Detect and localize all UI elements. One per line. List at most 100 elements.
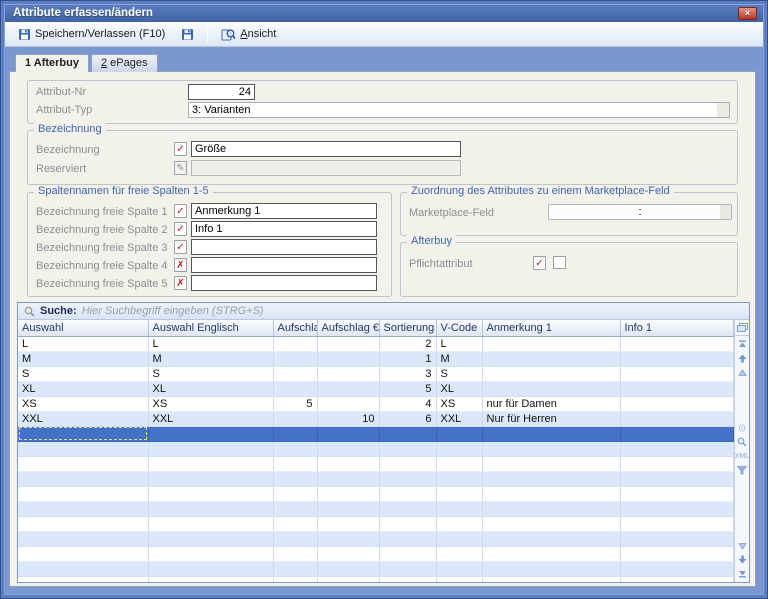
grid-cell[interactable]: 2 [379, 336, 437, 352]
grid-cell[interactable] [620, 516, 734, 532]
grid-search-button[interactable] [736, 437, 749, 448]
grid-cell[interactable] [317, 471, 380, 487]
grid-cell[interactable] [620, 426, 734, 442]
grid-cell[interactable] [379, 456, 437, 472]
doc-check-icon[interactable]: ✓ [174, 204, 187, 218]
nav-last-row-button[interactable] [736, 568, 749, 579]
grid-search-bar[interactable]: Suche: Hier Suchbegriff eingeben (STRG+S… [18, 303, 749, 320]
grid-cell[interactable] [436, 486, 483, 502]
grid-cell[interactable] [148, 561, 274, 577]
spalte2-input[interactable]: Info 1 [191, 221, 377, 237]
grid-cell[interactable] [482, 366, 621, 382]
grid-cell[interactable] [379, 471, 437, 487]
grid-cell[interactable] [273, 456, 318, 472]
spalte3-input[interactable] [191, 239, 377, 255]
grid-cell[interactable] [436, 471, 483, 487]
grid-cell[interactable] [379, 441, 437, 457]
grid-cell[interactable] [273, 381, 318, 397]
grid-cell[interactable] [482, 441, 621, 457]
grid-cell[interactable] [482, 486, 621, 502]
grid-cell[interactable] [436, 546, 483, 562]
grid-cell[interactable] [620, 336, 734, 352]
grid-cell[interactable]: XS [436, 396, 483, 412]
grid-cell[interactable]: L [148, 336, 274, 352]
grid-cell[interactable] [273, 351, 318, 367]
grid-cell[interactable] [482, 351, 621, 367]
column-header[interactable]: Info 1 [620, 320, 734, 337]
grid-cell[interactable] [379, 531, 437, 547]
grid-cell[interactable] [273, 576, 318, 582]
empty-row[interactable] [18, 531, 734, 547]
grid-cell[interactable] [620, 366, 734, 382]
bezeichnung-input[interactable]: Größe [191, 141, 461, 157]
grid-cell[interactable] [317, 366, 380, 382]
grid-cell[interactable] [148, 576, 274, 582]
grid-cell[interactable] [317, 486, 380, 502]
grid-cell[interactable] [317, 576, 380, 582]
grid-cell[interactable] [273, 426, 318, 442]
grid-cell[interactable] [273, 561, 318, 577]
attribut-typ-select[interactable]: 3: Varianten [188, 102, 730, 118]
grid-cell[interactable] [436, 516, 483, 532]
grid-cell[interactable] [317, 351, 380, 367]
grid-cell[interactable] [379, 576, 437, 582]
grid-cell[interactable] [273, 336, 318, 352]
grid-cell[interactable] [620, 531, 734, 547]
grid-cell[interactable] [273, 411, 318, 427]
grid-cell[interactable] [148, 501, 274, 517]
grid-cell[interactable] [18, 426, 149, 442]
tab-epages[interactable]: 2 ePages [91, 54, 158, 72]
pflichtattribut-checkbox[interactable] [553, 256, 566, 269]
spalte4-input[interactable] [191, 257, 377, 273]
grid-cell[interactable] [436, 456, 483, 472]
grid-cell[interactable] [148, 531, 274, 547]
grid-cell[interactable]: XL [148, 381, 274, 397]
grid-cell[interactable] [482, 531, 621, 547]
column-header[interactable]: Aufschlag € [317, 320, 380, 337]
grid-cell[interactable]: 5 [379, 381, 437, 397]
grid-cell[interactable] [18, 456, 149, 472]
table-row[interactable]: XXL XXL 10 6 XXL Nur für Herren [18, 411, 734, 427]
grid-cell[interactable] [18, 471, 149, 487]
grid-cell[interactable] [620, 411, 734, 427]
empty-row[interactable] [18, 471, 734, 487]
grid-cell[interactable] [482, 471, 621, 487]
focused-row-indicator-icon[interactable]: (|) [736, 423, 749, 434]
column-header[interactable]: Aufschlag [273, 320, 318, 337]
column-header[interactable]: Sortierung [379, 320, 437, 337]
grid-cell[interactable] [317, 456, 380, 472]
spalte1-input[interactable]: Anmerkung 1 [191, 203, 377, 219]
doc-cross-icon[interactable]: ✗ [174, 258, 187, 272]
spalte5-input[interactable] [191, 275, 377, 291]
grid-cell[interactable] [379, 516, 437, 532]
table-row[interactable]: LL2L [18, 336, 734, 352]
grid-cell[interactable]: nur für Damen [482, 396, 621, 412]
grid-cell[interactable] [148, 441, 274, 457]
grid-cell[interactable] [148, 516, 274, 532]
grid-cell[interactable] [18, 486, 149, 502]
grid-cell[interactable]: 10 [317, 411, 380, 427]
grid-cell[interactable]: M [18, 351, 149, 367]
grid-cell[interactable] [18, 546, 149, 562]
empty-row[interactable] [18, 561, 734, 577]
grid-cell[interactable] [620, 351, 734, 367]
save-button[interactable] [174, 25, 201, 44]
grid-cell[interactable] [620, 456, 734, 472]
grid-cell[interactable] [317, 441, 380, 457]
column-chooser-button[interactable] [735, 320, 749, 336]
grid-cell[interactable] [620, 546, 734, 562]
grid-cell[interactable]: M [148, 351, 274, 367]
grid-cell[interactable] [482, 336, 621, 352]
grid-cell[interactable] [436, 426, 483, 442]
grid-cell[interactable] [18, 561, 149, 577]
grid-cell[interactable] [317, 546, 380, 562]
empty-row[interactable] [18, 456, 734, 472]
grid-cell[interactable] [482, 456, 621, 472]
grid-cell[interactable] [482, 426, 621, 442]
grid-cell[interactable]: XXL [18, 411, 149, 427]
grid-cell[interactable] [273, 516, 318, 532]
grid-cell[interactable]: Nur für Herren [482, 411, 621, 427]
grid-cell[interactable] [482, 546, 621, 562]
empty-row[interactable] [18, 516, 734, 532]
grid-cell[interactable] [436, 531, 483, 547]
